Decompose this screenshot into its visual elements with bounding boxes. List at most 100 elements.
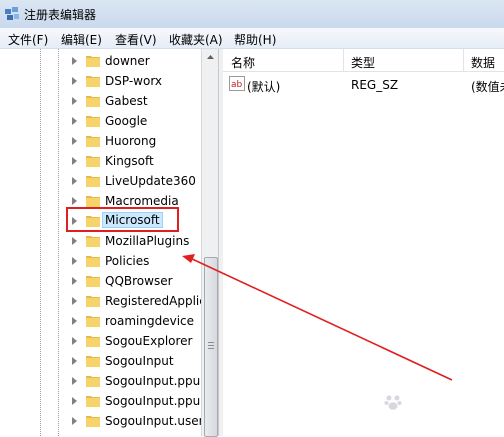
expand-triangle-icon[interactable] [72,197,77,205]
folder-icon [86,96,100,107]
expand-triangle-icon[interactable] [72,397,77,405]
expand-triangle-icon[interactable] [72,417,77,425]
tree-item-label: SogouExplorer [105,334,193,348]
expand-triangle-icon[interactable] [72,137,77,145]
folder-icon [86,116,100,127]
folder-icon [86,316,100,327]
expand-triangle-icon[interactable] [72,117,77,125]
expand-triangle-icon[interactable] [72,257,77,265]
folder-icon [86,416,100,427]
scroll-thumb[interactable] [204,257,218,437]
folder-icon [86,76,100,87]
tree-item-label: Google [105,114,148,128]
menu-help[interactable]: 帮助(H) [234,31,276,48]
folder-icon [86,56,100,67]
expand-triangle-icon[interactable] [72,97,77,105]
registry-editor-icon [5,7,19,20]
tree-scrollbar[interactable] [201,49,219,437]
tree-guide-line [40,49,41,436]
window-title: 注册表编辑器 [24,8,97,22]
key-tree[interactable]: downer DSP-worx Gabest Google Huorong Ki… [0,49,201,436]
expand-triangle-icon[interactable] [72,77,77,85]
title-bar: 注册表编辑器 [0,0,504,28]
tree-item[interactable]: Google [0,111,201,131]
tree-item[interactable]: LiveUpdate360 [0,171,201,191]
tree-item-label: QQBrowser [105,274,173,288]
folder-icon [86,236,100,247]
expand-triangle-icon[interactable] [72,317,77,325]
folder-icon [86,356,100,367]
folder-icon [86,336,100,347]
value-data: (数值未 [471,80,504,94]
tree-item[interactable]: roamingdevice [0,311,201,331]
folder-icon [86,396,100,407]
thumb-grip [208,345,214,346]
expand-triangle-icon[interactable] [72,377,77,385]
tree-item[interactable]: Policies [0,251,201,271]
column-header-name[interactable]: 名称 [231,54,255,71]
tree-item[interactable]: Huorong [0,131,201,151]
expand-triangle-icon[interactable] [72,277,77,285]
tree-item-label: MozillaPlugins [105,234,190,248]
tree-item[interactable]: SogouInput.ppu [0,391,201,411]
tree-item[interactable]: SogouInput.ppu [0,371,201,391]
tree-item[interactable]: QQBrowser [0,271,201,291]
tree-item-label: roamingdevice [105,314,195,328]
expand-triangle-icon[interactable] [72,157,77,165]
folder-icon [86,196,100,207]
value-row[interactable]: ab (默认) REG_SZ (数值未 [223,74,504,94]
folder-icon [86,176,100,187]
tree-item[interactable]: downer [0,51,201,71]
menu-favorites[interactable]: 收藏夹(A) [169,31,223,48]
column-header-type[interactable]: 类型 [351,54,375,71]
tree-item[interactable]: SogouExplorer [0,331,201,351]
tree-guide-line [58,49,59,436]
tree-item-label: downer [105,54,150,68]
tree-item-label: DSP-worx [105,74,163,88]
thumb-grip [208,348,214,349]
expand-triangle-icon[interactable] [72,297,77,305]
folder-icon [86,376,100,387]
tree-item[interactable]: Gabest [0,91,201,111]
svg-text:ab: ab [231,80,243,90]
tree-item[interactable]: MozillaPlugins [0,231,201,251]
menu-edit[interactable]: 编辑(E) [61,31,102,48]
folder-icon [86,276,100,287]
column-separator[interactable] [343,49,344,71]
expand-triangle-icon[interactable] [72,177,77,185]
thumb-grip [208,342,214,343]
expand-triangle-icon[interactable] [72,57,77,65]
column-separator[interactable] [463,49,464,71]
scroll-up-arrow-icon[interactable] [202,49,219,66]
tree-item[interactable]: SogouInput.user [0,411,201,431]
tree-item-label: Kingsoft [105,154,154,168]
tree-item-label: Policies [105,254,150,268]
watermark-logo [383,388,499,430]
menu-bar: 文件(F) 编辑(E) 查看(V) 收藏夹(A) 帮助(H) [0,28,504,49]
tree-item[interactable]: DSP-worx [0,71,201,91]
folder-icon [86,256,100,267]
expand-triangle-icon[interactable] [72,337,77,345]
values-pane[interactable]: 名称 类型 数据 ab (默认) REG_SZ (数值未 [223,49,504,436]
annotation-highlight-box [66,207,179,232]
column-header-data[interactable]: 数据 [471,54,495,71]
tree-item-label: SogouInput.ppu [105,374,201,388]
tree-item-label: SogouInput.ppu [105,394,201,408]
expand-triangle-icon[interactable] [72,237,77,245]
expand-triangle-icon[interactable] [72,357,77,365]
tree-item[interactable]: Kingsoft [0,151,201,171]
tree-item-label: SogouInput [105,354,174,368]
menu-view[interactable]: 查看(V) [115,31,157,48]
values-header: 名称 类型 数据 [223,49,504,72]
tree-item[interactable]: SogouInput [0,351,201,371]
menu-file[interactable]: 文件(F) [8,31,48,48]
folder-icon [86,136,100,147]
paw-logo-icon [384,395,402,410]
tree-item-label: Gabest [105,94,148,108]
tree-item-label: RegisteredApplic [105,294,201,308]
value-type: REG_SZ [351,78,399,92]
tree-item-label: LiveUpdate360 [105,174,196,188]
tree-item[interactable]: RegisteredApplic [0,291,201,311]
folder-icon [86,296,100,307]
tree-item-label: Huorong [105,134,157,148]
